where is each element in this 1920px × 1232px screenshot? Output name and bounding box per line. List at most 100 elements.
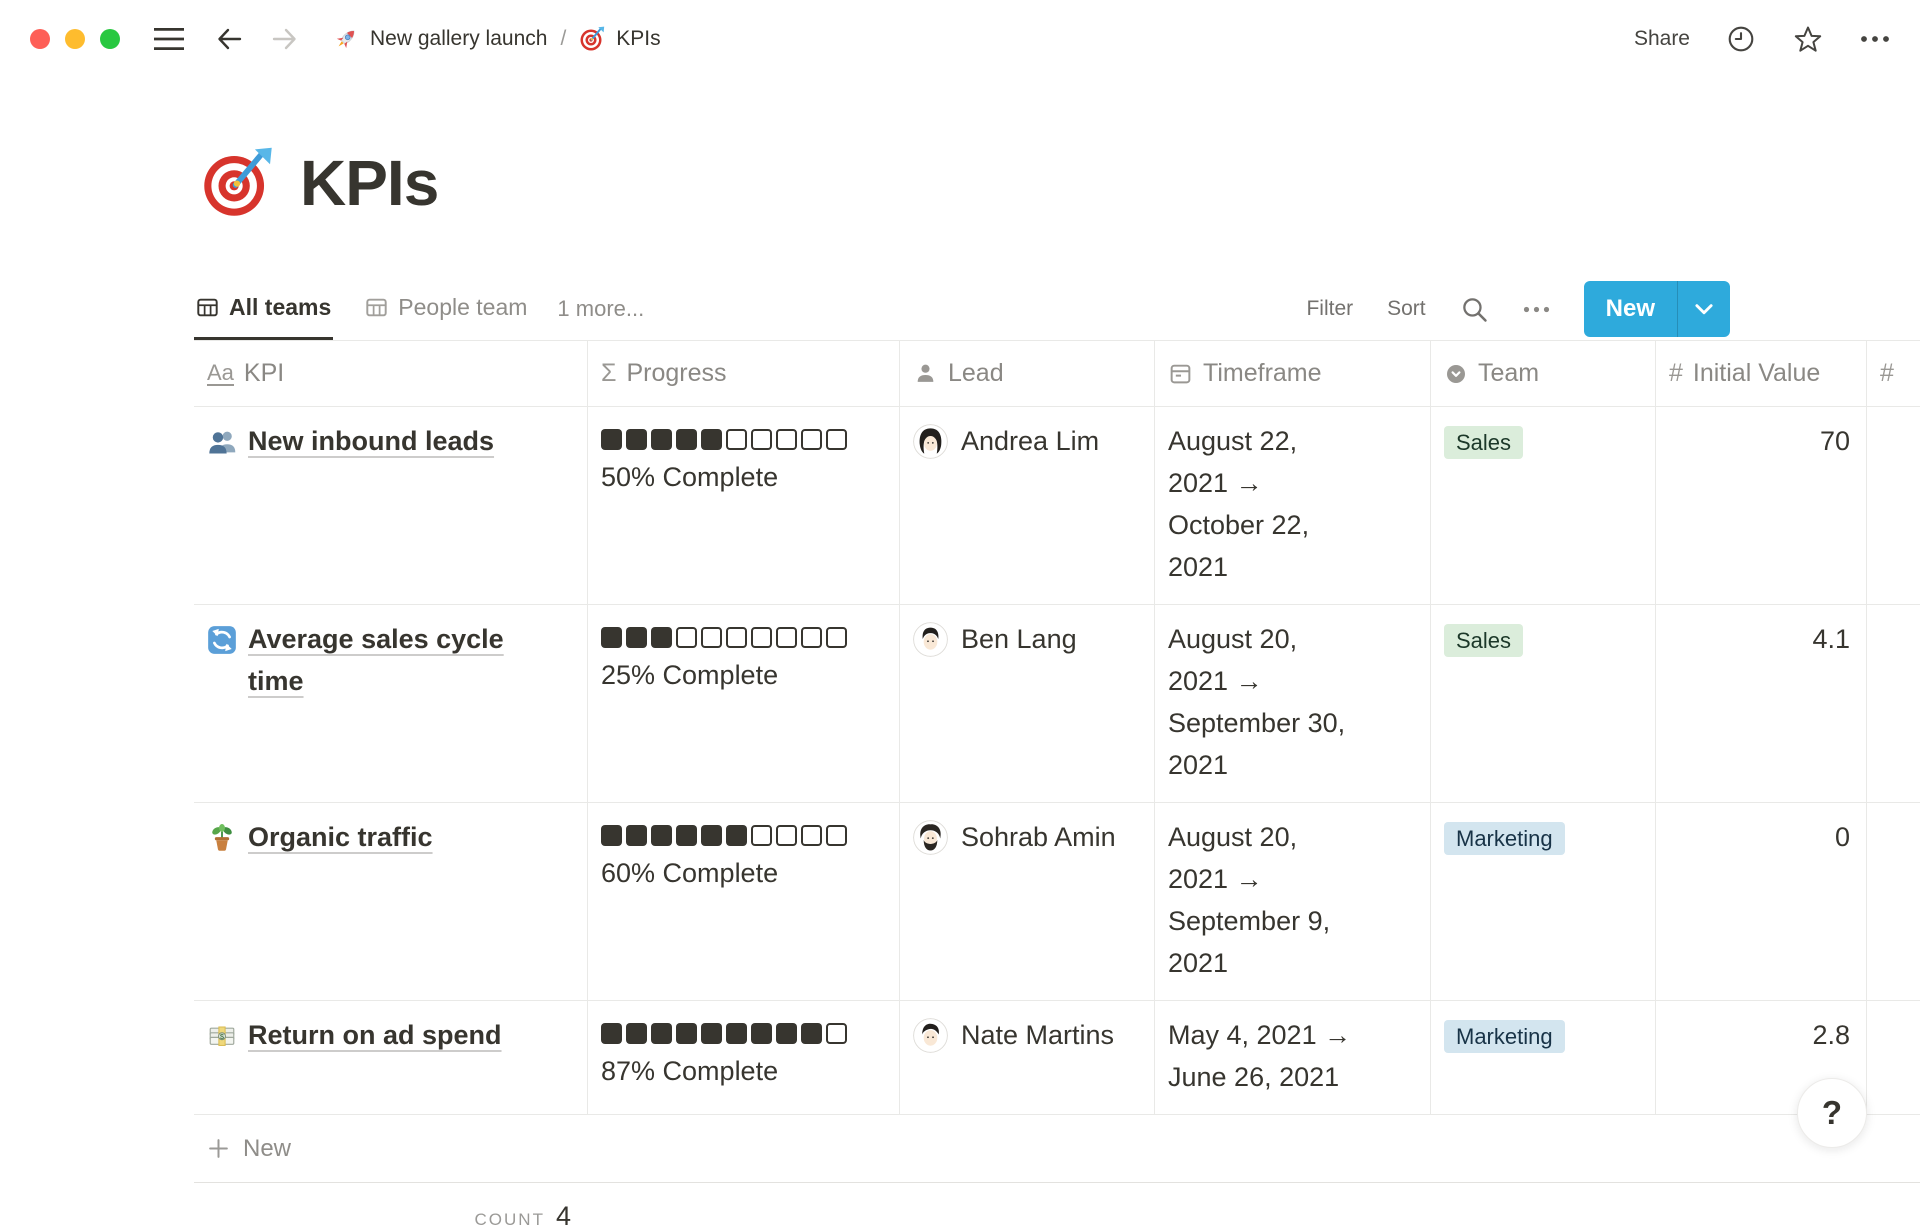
progress-square-empty bbox=[826, 429, 847, 450]
new-button[interactable]: New bbox=[1584, 281, 1677, 337]
window-controls bbox=[30, 29, 120, 49]
help-button[interactable]: ? bbox=[1797, 1078, 1867, 1148]
column-header-initial-value[interactable]: # Initial Value bbox=[1655, 341, 1866, 407]
dart-icon bbox=[200, 146, 274, 220]
team-tag: Marketing bbox=[1444, 822, 1565, 855]
more-options-icon[interactable] bbox=[1860, 35, 1890, 43]
progress-cell[interactable]: 50% Complete bbox=[587, 407, 899, 605]
team-cell[interactable]: Sales bbox=[1430, 605, 1655, 803]
progress-cell[interactable]: 60% Complete bbox=[587, 803, 899, 1001]
progress-square-empty bbox=[826, 825, 847, 846]
view-options-icon[interactable] bbox=[1523, 306, 1550, 313]
timeframe-cell[interactable]: August 22, 2021 → October 22, 2021 bbox=[1154, 407, 1430, 605]
progress-bar bbox=[601, 429, 886, 450]
kpi-table: Aa KPI Σ Progress Lead Timeframe Team # … bbox=[194, 341, 1920, 1232]
progress-square-empty bbox=[776, 429, 797, 450]
timeframe-cell[interactable]: August 20, 2021 → September 30, 2021 bbox=[1154, 605, 1430, 803]
sort-button[interactable]: Sort bbox=[1387, 297, 1426, 321]
initial-value-cell[interactable]: 4.1 bbox=[1655, 605, 1866, 803]
table-view-icon bbox=[365, 296, 388, 319]
column-header-team[interactable]: Team bbox=[1430, 341, 1655, 407]
kpi-cell[interactable]: Return on ad spend bbox=[194, 1001, 587, 1115]
progress-square-filled bbox=[601, 627, 622, 648]
lead-cell[interactable]: Andrea Lim bbox=[899, 407, 1154, 605]
progress-square-empty bbox=[701, 627, 722, 648]
team-cell[interactable]: Marketing bbox=[1430, 803, 1655, 1001]
progress-cell[interactable]: 25% Complete bbox=[587, 605, 899, 803]
view-tab-people-team[interactable]: People team bbox=[363, 278, 529, 340]
search-icon[interactable] bbox=[1460, 295, 1489, 324]
progress-label: 50% Complete bbox=[601, 456, 886, 498]
new-row-button[interactable]: New bbox=[194, 1115, 1920, 1183]
timeframe-cell[interactable]: May 4, 2021 → June 26, 2021 bbox=[1154, 1001, 1430, 1115]
table-header-row: Aa KPI Σ Progress Lead Timeframe Team # … bbox=[194, 341, 1920, 407]
breadcrumb-current[interactable]: KPIs bbox=[616, 27, 660, 51]
column-header-timeframe[interactable]: Timeframe bbox=[1154, 341, 1430, 407]
view-tab-label: People team bbox=[398, 294, 527, 321]
initial-value-cell[interactable]: 70 bbox=[1655, 407, 1866, 605]
back-arrow-icon[interactable] bbox=[214, 24, 244, 54]
lead-cell[interactable]: Ben Lang bbox=[899, 605, 1154, 803]
progress-square-filled bbox=[626, 429, 647, 450]
progress-square-empty bbox=[726, 429, 747, 450]
progress-cell[interactable]: 87% Complete bbox=[587, 1001, 899, 1115]
progress-square-filled bbox=[601, 1023, 622, 1044]
timeframe-cell[interactable]: August 20, 2021 → September 9, 2021 bbox=[1154, 803, 1430, 1001]
column-header-kpi[interactable]: Aa KPI bbox=[194, 341, 587, 407]
progress-square-empty bbox=[676, 627, 697, 648]
progress-square-filled bbox=[701, 429, 722, 450]
view-tab-all-teams[interactable]: All teams bbox=[194, 278, 333, 340]
zoom-window-button[interactable] bbox=[100, 29, 120, 49]
progress-square-empty bbox=[751, 825, 772, 846]
progress-square-filled bbox=[801, 1023, 822, 1044]
chevron-down-icon[interactable] bbox=[1678, 281, 1730, 337]
partial-cell[interactable] bbox=[1866, 803, 1920, 1001]
progress-square-empty bbox=[826, 627, 847, 648]
count-aggregate[interactable]: COUNT 4 bbox=[194, 1183, 587, 1232]
kpi-cell[interactable]: Organic traffic bbox=[194, 803, 587, 1001]
table-body: New inbound leads 50% Complete Andrea Li… bbox=[194, 407, 1920, 1115]
progress-square-filled bbox=[701, 825, 722, 846]
initial-value-cell[interactable]: 0 bbox=[1655, 803, 1866, 1001]
history-clock-icon[interactable] bbox=[1726, 24, 1756, 54]
forward-arrow-icon[interactable] bbox=[270, 24, 300, 54]
new-row-label: New bbox=[243, 1135, 291, 1163]
progress-square-filled bbox=[626, 1023, 647, 1044]
close-window-button[interactable] bbox=[30, 29, 50, 49]
partial-cell[interactable] bbox=[1866, 605, 1920, 803]
column-header-label: Initial Value bbox=[1693, 359, 1820, 388]
avatar bbox=[913, 820, 948, 855]
partial-cell[interactable] bbox=[1866, 1001, 1920, 1115]
plus-icon bbox=[207, 1137, 230, 1160]
page-title[interactable]: KPIs bbox=[300, 146, 438, 220]
minimize-window-button[interactable] bbox=[65, 29, 85, 49]
more-views-button[interactable]: 1 more... bbox=[557, 278, 644, 340]
column-header-lead[interactable]: Lead bbox=[899, 341, 1154, 407]
progress-bar bbox=[601, 825, 886, 846]
table-row: Organic traffic 60% Complete Sohrab Amin… bbox=[194, 803, 1920, 1001]
lead-cell[interactable]: Nate Martins bbox=[899, 1001, 1154, 1115]
team-cell[interactable]: Sales bbox=[1430, 407, 1655, 605]
column-header-progress[interactable]: Σ Progress bbox=[587, 341, 899, 407]
filter-button[interactable]: Filter bbox=[1306, 297, 1353, 321]
kpi-link[interactable]: New inbound leads bbox=[248, 420, 494, 462]
column-header-partial[interactable]: # bbox=[1866, 341, 1920, 407]
team-tag: Sales bbox=[1444, 624, 1523, 657]
lead-cell[interactable]: Sohrab Amin bbox=[899, 803, 1154, 1001]
kpi-cell[interactable]: Average sales cycle time bbox=[194, 605, 587, 803]
team-cell[interactable]: Marketing bbox=[1430, 1001, 1655, 1115]
progress-square-filled bbox=[651, 429, 672, 450]
kpi-cell[interactable]: New inbound leads bbox=[194, 407, 587, 605]
kpi-link[interactable]: Return on ad spend bbox=[248, 1014, 502, 1056]
kpi-link[interactable]: Average sales cycle time bbox=[248, 618, 540, 702]
progress-square-filled bbox=[701, 1023, 722, 1044]
breadcrumb-root[interactable]: New gallery launch bbox=[370, 27, 547, 51]
partial-cell[interactable] bbox=[1866, 407, 1920, 605]
kpi-link[interactable]: Organic traffic bbox=[248, 816, 433, 858]
lead-name: Nate Martins bbox=[961, 1014, 1114, 1056]
progress-square-empty bbox=[776, 627, 797, 648]
hamburger-menu-icon[interactable] bbox=[154, 27, 184, 51]
share-button[interactable]: Share bbox=[1634, 27, 1690, 51]
star-favorite-icon[interactable] bbox=[1792, 23, 1824, 55]
progress-bar bbox=[601, 1023, 886, 1044]
